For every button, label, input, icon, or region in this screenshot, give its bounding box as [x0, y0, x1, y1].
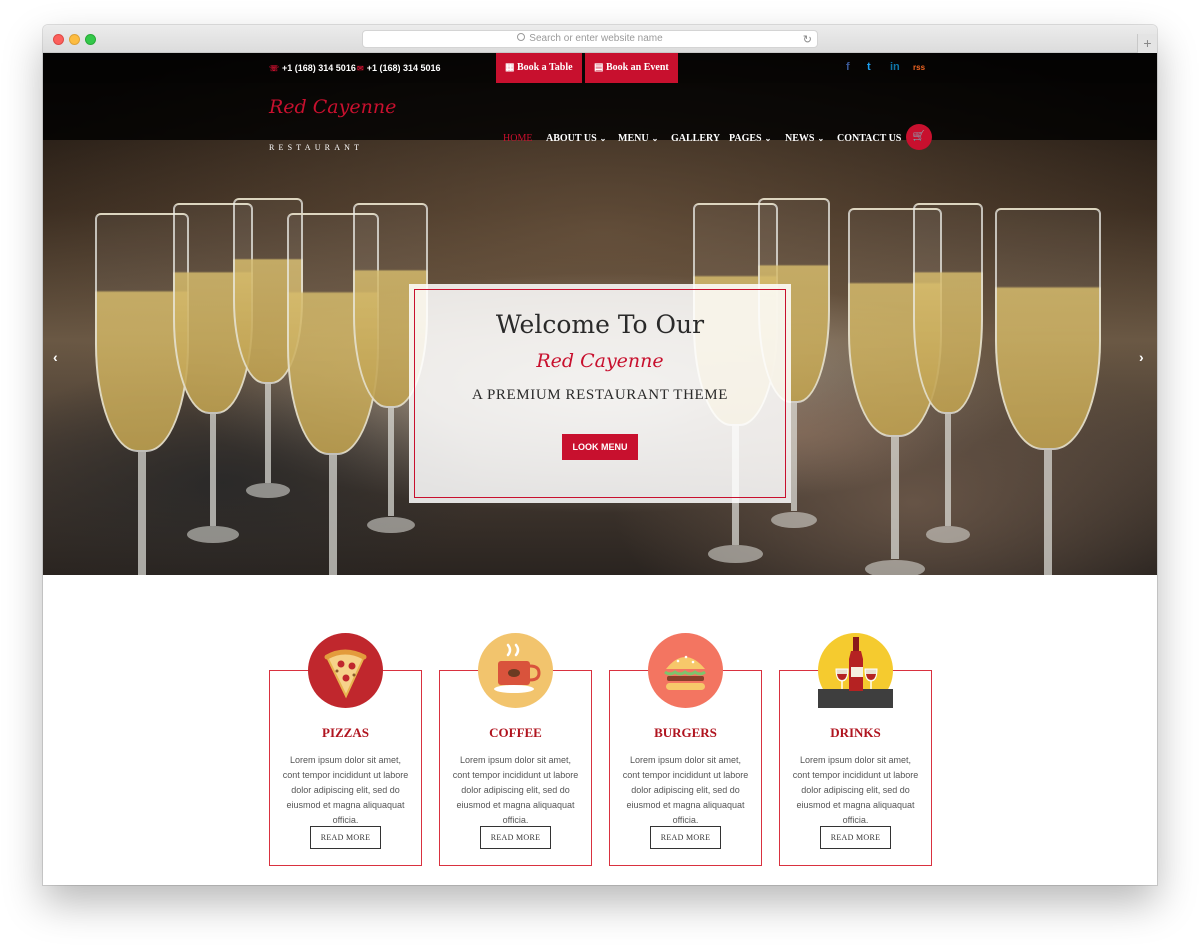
nav-news[interactable]: NEWS ⌄ — [785, 133, 824, 144]
browser-titlebar: Search or enter website name ↻ + — [43, 25, 1157, 53]
chevron-down-icon: ⌄ — [599, 134, 607, 143]
feature-title: PIZZAS — [322, 725, 369, 740]
calendar-icon: ▤ — [594, 62, 606, 73]
champagne-glass-image — [995, 208, 1101, 575]
nav-news-label: NEWS — [785, 133, 815, 144]
look-menu-button[interactable]: LOOK MENU — [562, 434, 638, 460]
new-tab-button[interactable]: + — [1137, 34, 1157, 53]
nav-menu[interactable]: MENU ⌄ — [618, 133, 658, 144]
book-table-button[interactable]: ▦ Book a Table — [496, 53, 582, 83]
brand-logo[interactable]: Red Cayenne — [269, 96, 396, 118]
feature-title: COFFEE — [489, 725, 542, 740]
slider-prev-arrow[interactable]: ‹ — [53, 349, 58, 365]
read-more-button[interactable]: READ MORE — [480, 826, 551, 849]
cart-icon: 🛒 — [912, 131, 926, 142]
search-icon — [517, 33, 526, 41]
feature-text: Lorem ipsum dolor sit amet, cont tempor … — [622, 755, 749, 825]
book-event-label: Book an Event — [605, 62, 669, 73]
cart-button[interactable]: 🛒 — [906, 124, 932, 150]
chevron-down-icon: ⌄ — [817, 134, 825, 143]
minimize-window-button[interactable] — [69, 34, 80, 45]
read-more-button[interactable]: READ MORE — [650, 826, 721, 849]
chevron-down-icon: ⌄ — [651, 134, 659, 143]
nav-about-us-label: ABOUT US — [546, 133, 597, 144]
envelope-icon: ✉ — [357, 64, 364, 73]
hero-title: Welcome To Our — [495, 310, 705, 339]
feature-text: Lorem ipsum dolor sit amet, cont tempor … — [452, 755, 579, 825]
twitter-icon[interactable]: t — [867, 61, 871, 73]
feature-title: BURGERS — [654, 725, 717, 740]
table-icon: ▦ — [505, 62, 517, 73]
chevron-down-icon: ⌄ — [764, 134, 772, 143]
coffee-icon — [478, 633, 553, 708]
hero-brand-script: Red Cayenne — [536, 350, 664, 372]
facebook-icon[interactable]: f — [846, 61, 850, 73]
rss-icon[interactable]: rss — [913, 63, 925, 72]
slider-next-arrow[interactable]: › — [1139, 349, 1144, 365]
main-navbar — [43, 83, 1157, 140]
nav-menu-label: MENU — [618, 133, 649, 144]
browser-window: Search or enter website name ↻ + ☏ +1 (16… — [43, 25, 1157, 885]
book-event-button[interactable]: ▤ Book an Event — [585, 53, 678, 83]
phone-number[interactable]: ✉ +1 (168) 314 5016 — [357, 63, 441, 73]
nav-about-us[interactable]: ABOUT US ⌄ — [546, 133, 606, 144]
champagne-glass-image — [913, 203, 983, 543]
maximize-window-button[interactable] — [85, 34, 96, 45]
nav-pages-label: PAGES — [729, 133, 762, 144]
hero-slider: ☏ +1 (168) 314 5016 ✉ +1 (168) 314 5016 ▦ … — [43, 53, 1157, 575]
nav-pages[interactable]: PAGES ⌄ — [729, 133, 771, 144]
read-more-button[interactable]: READ MORE — [820, 826, 891, 849]
nav-home[interactable]: HOME — [503, 133, 532, 144]
book-table-label: Book a Table — [516, 62, 573, 73]
address-bar[interactable]: Search or enter website name ↻ — [362, 30, 818, 48]
nav-gallery[interactable]: GALLERY — [671, 133, 720, 144]
close-window-button[interactable] — [53, 34, 64, 45]
pizza-icon — [308, 633, 383, 708]
reload-icon[interactable]: ↻ — [803, 32, 812, 48]
read-more-button[interactable]: READ MORE — [310, 826, 381, 849]
nav-contact-us[interactable]: CONTACT US — [837, 133, 901, 144]
hero-subtitle: A PREMIUM RESTAURANT THEME — [472, 387, 728, 403]
feature-text: Lorem ipsum dolor sit amet, cont tempor … — [282, 755, 409, 825]
wine-icon — [818, 633, 893, 708]
phone-icon: ☏ — [269, 64, 280, 73]
phone-number[interactable]: ☏ +1 (168) 314 5016 — [269, 63, 356, 73]
address-placeholder: Search or enter website name — [529, 33, 663, 44]
feature-title: DRINKS — [830, 725, 881, 740]
feature-text: Lorem ipsum dolor sit amet, cont tempor … — [792, 755, 919, 825]
phone-number-text: +1 (168) 314 5016 — [282, 63, 356, 73]
burger-icon — [648, 633, 723, 708]
phone-number-text: +1 (168) 314 5016 — [366, 63, 441, 73]
brand-subtitle: RESTAURANT — [269, 143, 364, 152]
linkedin-icon[interactable]: in — [890, 61, 900, 73]
hero-welcome-box: Welcome To Our Red Cayenne A PREMIUM RES… — [409, 284, 791, 503]
